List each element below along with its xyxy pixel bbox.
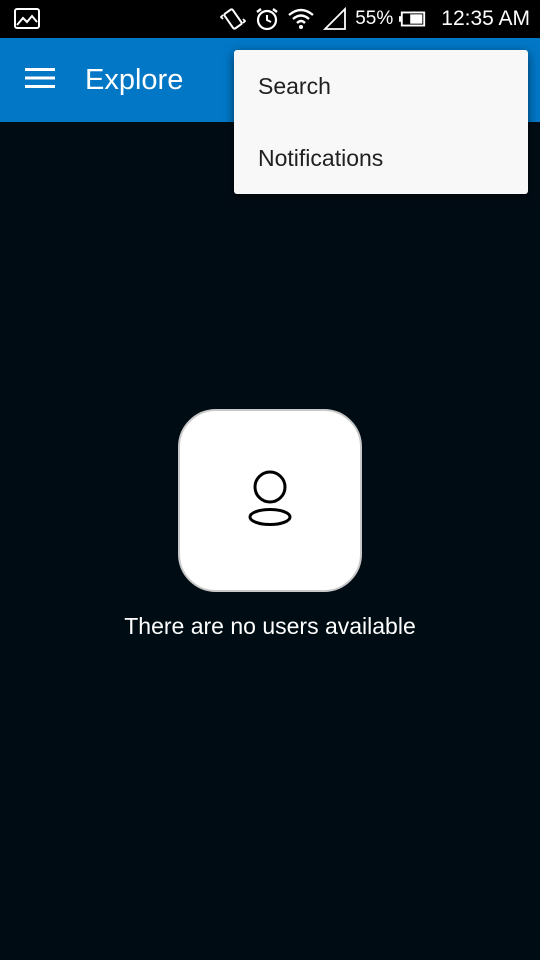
status-bar: 55% 12:35 AM bbox=[0, 0, 540, 38]
vibrate-icon bbox=[219, 5, 247, 33]
battery-icon bbox=[399, 5, 427, 33]
empty-state-tile bbox=[178, 409, 362, 592]
status-clock: 12:35 AM bbox=[441, 7, 530, 30]
overflow-menu: Search Notifications bbox=[234, 50, 528, 194]
menu-item-search[interactable]: Search bbox=[234, 50, 528, 122]
empty-state-message: There are no users available bbox=[124, 613, 416, 639]
menu-item-notifications[interactable]: Notifications bbox=[234, 122, 528, 194]
signal-icon bbox=[321, 5, 349, 33]
navigation-menu-button[interactable] bbox=[14, 58, 68, 102]
image-icon bbox=[13, 7, 41, 31]
hamburger-menu-icon bbox=[25, 66, 57, 95]
alarm-icon bbox=[253, 5, 281, 33]
battery-percent: 55% bbox=[355, 8, 394, 29]
wifi-icon bbox=[287, 5, 315, 33]
page-title: Explore bbox=[85, 64, 184, 96]
screen: 55% 12:35 AM Explore There are no users … bbox=[0, 0, 540, 960]
user-icon bbox=[246, 468, 294, 533]
status-icons: 55% 12:35 AM bbox=[219, 0, 530, 38]
